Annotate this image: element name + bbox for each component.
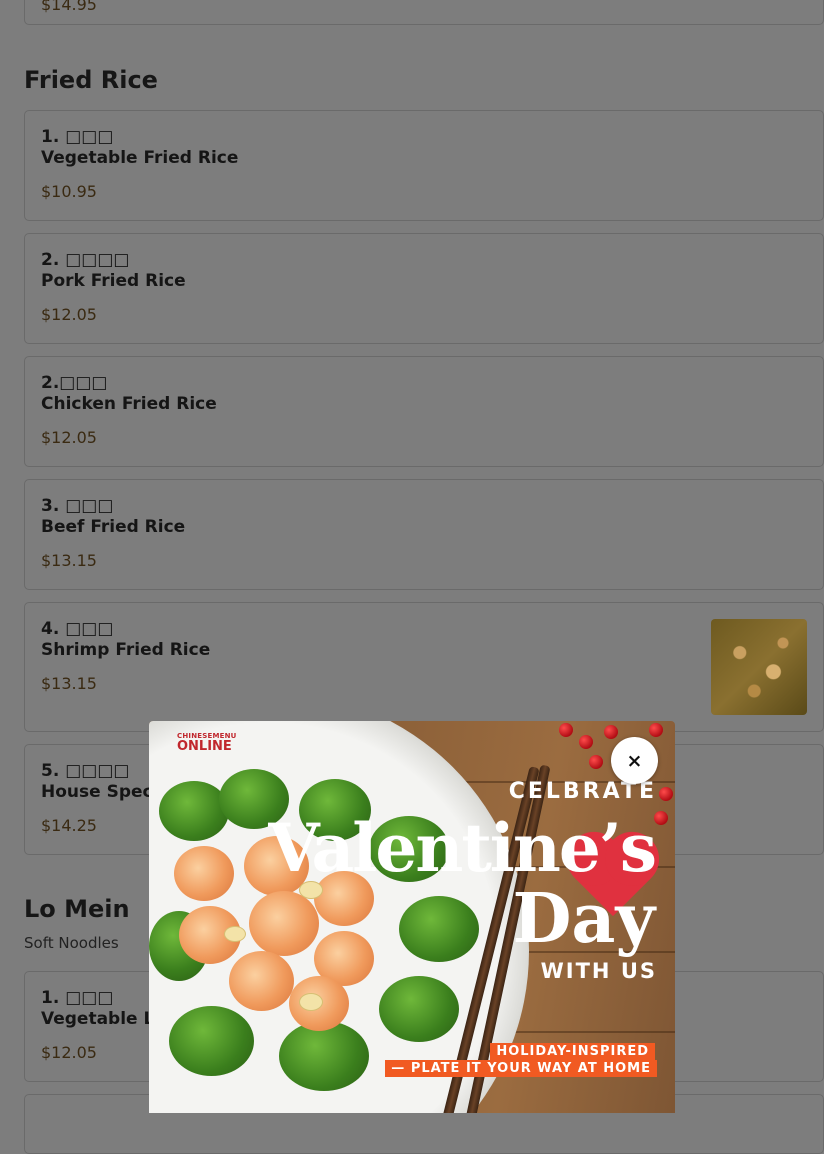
section-title-lo-mein: Lo Mein [24,895,130,923]
item-name: Shrimp Fried Rice [41,640,211,660]
item-name-chinese: 4. □□□ [41,619,114,639]
garlic-slice [224,926,246,942]
shrimp [249,891,319,956]
berry [579,735,593,749]
berry [659,787,673,801]
item-price: $13.15 [41,551,97,570]
item-price: $13.15 [41,674,97,693]
menu-item-card[interactable]: 2. □□□□ Pork Fried Rice $12.05 [24,233,824,344]
broccoli [169,1006,254,1076]
item-name: Chicken Fried Rice [41,394,217,414]
promo-popup[interactable]: CHINESEMENU ONLINE CELBRATE Valentine’s … [149,721,675,1113]
promo-tagline: HOLIDAY-INSPIRED [490,1043,655,1060]
garlic-slice [299,993,323,1011]
promo-heading-day: Day [512,879,655,959]
shrimp [229,951,294,1011]
item-price: $12.05 [41,1043,97,1062]
section-title-fried-rice: Fried Rice [24,66,158,94]
item-name-chinese: 2.□□□ [41,373,108,393]
section-subtitle: Soft Noodles [24,934,119,952]
close-icon: × [626,749,643,772]
menu-item-card[interactable]: 3. □□□ Beef Fried Rice $13.15 [24,479,824,590]
broccoli [379,976,459,1042]
berry [654,811,668,825]
broccoli [159,781,229,841]
item-name: Vegetable Fried Rice [41,148,239,168]
broccoli [279,1021,369,1091]
berry [649,723,663,737]
broccoli [399,896,479,962]
item-name-chinese: 1. □□□ [41,127,114,147]
berry [589,755,603,769]
promo-tagline: — PLATE IT YOUR WAY AT HOME [385,1060,657,1077]
item-price: $12.05 [41,305,97,324]
menu-item-card[interactable]: 4. □□□ Shrimp Fried Rice $13.15 [24,602,824,732]
close-popup-button[interactable]: × [611,737,658,784]
item-name-chinese: 1. □□□ [41,988,114,1008]
menu-item-card[interactable]: 2.□□□ Chicken Fried Rice $12.05 [24,356,824,467]
chinesemenu-online-logo: CHINESEMENU ONLINE [177,732,237,754]
item-name: Beef Fried Rice [41,517,186,537]
item-name-chinese: 2. □□□□ [41,250,130,270]
berry [559,723,573,737]
item-name-chinese: 5. □□□□ [41,761,130,781]
item-price: $14.25 [41,816,97,835]
berry [604,725,618,739]
item-name-chinese: 3. □□□ [41,496,114,516]
item-name: Vegetable Lo [41,1009,167,1029]
menu-item-card[interactable]: 1. □□□ Vegetable Fried Rice $10.95 [24,110,824,221]
item-name: Pork Fried Rice [41,271,186,291]
item-photo[interactable] [711,619,807,715]
shrimp [174,846,234,901]
item-price: $12.05 [41,428,97,447]
promo-heading-valentines: Valentine’s [268,809,657,887]
item-price: $10.95 [41,182,97,201]
menu-item-card[interactable]: $14.95 [24,0,824,25]
promo-heading-with-us: WITH US [540,959,657,983]
item-price: $14.95 [41,0,97,14]
